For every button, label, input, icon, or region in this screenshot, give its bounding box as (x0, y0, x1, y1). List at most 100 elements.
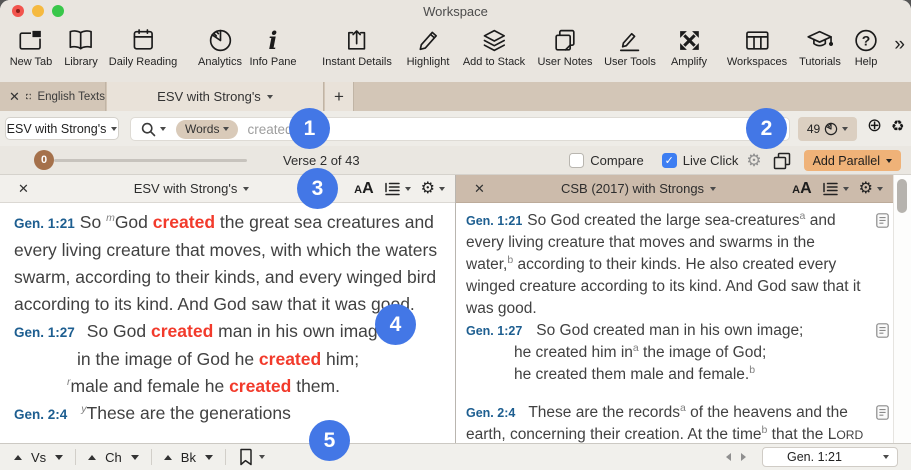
info-pane-button[interactable]: i Info Pane (249, 27, 296, 68)
verse-line: Gen. 2:4yThese are the generations (14, 400, 445, 428)
pane-settings-gear-icon[interactable]: ⚙ (859, 181, 873, 197)
chevron-down-icon (843, 187, 849, 191)
verse-up-button[interactable] (14, 455, 22, 460)
layers-icon (481, 27, 508, 54)
daily-reading-button[interactable]: Daily Reading (109, 27, 177, 68)
verse-reference[interactable]: Gen. 1:27 (466, 324, 522, 338)
verse-line: he created him ina the image of God; (466, 342, 865, 364)
chevron-down-icon (405, 187, 411, 191)
verse-text: These are the records (528, 404, 680, 421)
toolbar-overflow-chevron[interactable]: » (894, 35, 905, 54)
book-down-button[interactable] (205, 455, 213, 460)
search-scope-pill[interactable]: Words (176, 120, 238, 139)
previous-reference-button[interactable] (726, 453, 731, 461)
highlight-button[interactable]: Highlight (407, 27, 450, 68)
live-click-settings-gear-icon[interactable]: ⚙ (746, 152, 761, 169)
verse-line: Gen. 1:21So mGod created the great sea c… (14, 209, 445, 318)
verse-text: the great sea creatures and every living… (14, 212, 437, 314)
new-tab-icon (17, 27, 44, 54)
chevron-down-icon (111, 127, 117, 131)
small-caps-text: ORD (836, 428, 863, 442)
text-size-button[interactable]: AA (354, 180, 374, 198)
chevron-down-icon (710, 187, 716, 191)
verse-down-button[interactable] (55, 455, 63, 460)
user-tools-button[interactable]: User Tools (604, 27, 656, 68)
help-button[interactable]: ? Help (853, 27, 880, 68)
pane-settings-gear-icon[interactable]: ⚙ (421, 181, 435, 197)
tab-esv-with-strongs[interactable]: ESV with Strong's (107, 82, 324, 111)
module-selector-button[interactable]: ESV with Strong's (5, 117, 119, 140)
scrollbar-thumb[interactable] (897, 179, 907, 213)
tutorials-button[interactable]: Tutorials (799, 27, 841, 68)
tab-group-label: English Texts (37, 91, 105, 103)
chapter-down-button[interactable] (131, 455, 139, 460)
display-settings-icon[interactable] (822, 181, 839, 197)
verse-reference[interactable]: Gen. 1:27 (14, 325, 75, 340)
verse-line: in the image of God he created him; (14, 346, 445, 373)
compare-checkbox-row[interactable]: Compare (569, 153, 643, 168)
verse-reference[interactable]: Gen. 2:4 (466, 406, 515, 420)
notes-pages-icon (552, 27, 579, 54)
tools-pencil-icon (616, 27, 643, 54)
pane-csb-header: ✕ CSB (2017) with Strongs AA ⚙ (456, 175, 893, 203)
close-tab-group-icon[interactable]: ✕ (9, 90, 20, 103)
workspaces-button[interactable]: Workspaces (727, 27, 787, 68)
user-notes-button[interactable]: User Notes (537, 27, 592, 68)
tab-group-english-texts[interactable]: ✕ English Texts (0, 82, 106, 111)
verse-slider-knob[interactable]: 0 (34, 150, 54, 170)
new-tab-button[interactable]: New Tab (10, 27, 53, 68)
instant-details-button[interactable]: Instant Details (322, 27, 392, 68)
live-click-checkbox[interactable]: ✓ (662, 153, 677, 168)
pencil-icon (415, 27, 442, 54)
note-icon[interactable] (876, 213, 889, 235)
scrollbar-track[interactable] (893, 175, 911, 443)
bookmark-icon[interactable] (238, 448, 253, 466)
parallel-panes-icon[interactable] (772, 151, 792, 171)
book-up-button[interactable] (164, 455, 172, 460)
add-to-stack-button[interactable]: Add to Stack (463, 27, 525, 68)
close-pane-icon[interactable]: ✕ (18, 182, 29, 195)
verse-reference[interactable]: Gen. 1:21 (14, 216, 75, 231)
chevron-down-icon (267, 95, 273, 99)
verse: Gen. 2:4These are the recordsa of the he… (466, 402, 865, 443)
verse-reference[interactable]: Gen. 1:21 (466, 214, 522, 228)
library-button[interactable]: Library (64, 27, 98, 68)
note-icon[interactable] (876, 323, 889, 345)
expand-icon[interactable] (26, 91, 32, 102)
live-click-checkbox-row[interactable]: ✓ Live Click (662, 153, 739, 168)
verse-text: So God created the large sea-creatures (527, 212, 799, 229)
verse-slider-track[interactable] (54, 159, 247, 162)
search-options-chevron-icon[interactable] (160, 127, 166, 131)
plus-circle-icon[interactable]: ⊕ (867, 115, 882, 136)
verse-text: man in his own image, (213, 321, 392, 341)
verse-text: So God (87, 321, 151, 341)
pane-title-button[interactable]: CSB (2017) with Strongs (485, 181, 792, 196)
recycle-icon[interactable]: ♻ (891, 117, 904, 135)
svg-text:i: i (268, 27, 277, 54)
hit-count-button[interactable]: 49 (798, 117, 857, 141)
pie-chart-icon (207, 27, 234, 54)
analytics-button[interactable]: Analytics (198, 27, 242, 68)
verse-reference[interactable]: Gen. 2:4 (14, 407, 67, 422)
chevron-down-icon[interactable] (259, 455, 265, 459)
add-parallel-button[interactable]: Add Parallel (804, 150, 901, 171)
text-size-button[interactable]: AA (792, 180, 812, 198)
verse-text: he created them male and female. (514, 366, 749, 383)
display-settings-icon[interactable] (384, 181, 401, 197)
verse-line: Gen. 2:4These are the recordsa of the he… (466, 402, 865, 443)
verse-line: he created them male and female.b (466, 364, 865, 386)
chevron-down-icon (886, 159, 892, 163)
verse-line: rmale and female he created them. (14, 373, 445, 400)
reference-field[interactable]: Gen. 1:21 (762, 447, 898, 467)
note-icon[interactable] (876, 405, 889, 427)
verse-text: So (80, 212, 106, 232)
amplify-button[interactable]: Amplify (671, 27, 707, 68)
search-input[interactable]: Words created (130, 117, 790, 141)
csb-text-content[interactable]: Gen. 1:21 So God created the large sea-cr… (456, 203, 893, 443)
chapter-up-button[interactable] (88, 455, 96, 460)
new-tab-plus-button[interactable]: + (325, 82, 354, 111)
compare-checkbox[interactable] (569, 153, 584, 168)
verse: Gen. 1:27So God created man in his own i… (466, 320, 865, 386)
next-reference-button[interactable] (741, 453, 746, 461)
close-pane-icon[interactable]: ✕ (474, 182, 485, 195)
